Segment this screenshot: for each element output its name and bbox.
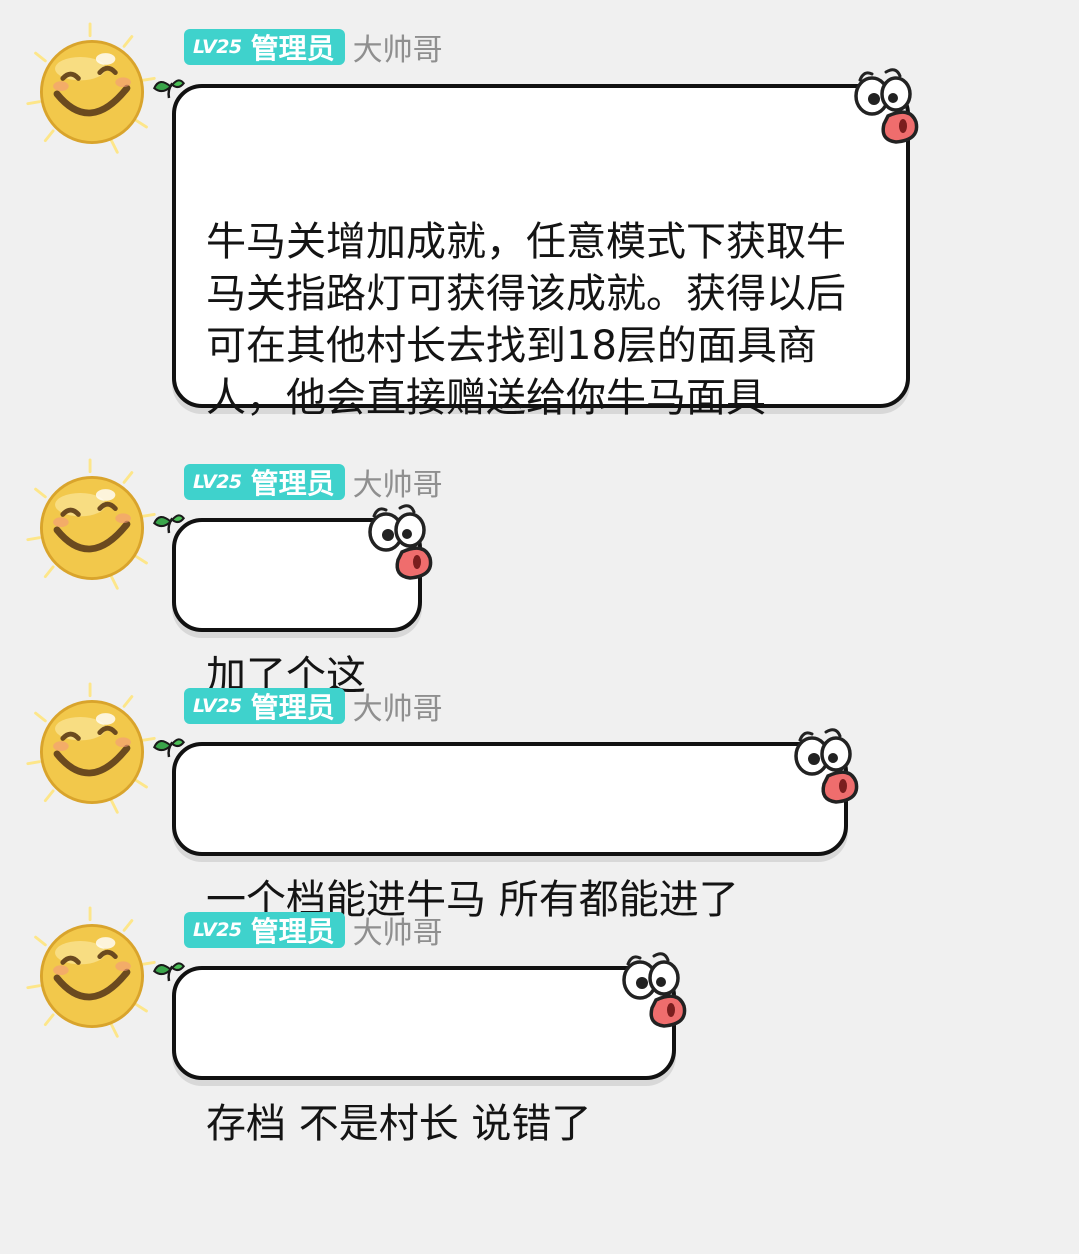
- cartoon-bird-icon: [794, 728, 859, 804]
- sender-meta: LV25 管理员 大帅哥: [184, 460, 443, 504]
- level-role-badge: LV25 管理员: [184, 912, 345, 948]
- level-label: LV25: [193, 36, 242, 58]
- role-label: 管理员: [250, 467, 335, 500]
- smiley-avatar-icon[interactable]: [22, 458, 162, 598]
- sender-meta: LV25 管理员 大帅哥: [184, 908, 443, 952]
- message-bubble[interactable]: 一个档能进牛马 所有都能进了: [172, 742, 848, 923]
- level-label: LV25: [193, 919, 242, 941]
- level-role-badge: LV25 管理员: [184, 29, 345, 65]
- message-bubble[interactable]: 存档 不是村长 说错了: [172, 966, 676, 1147]
- role-label: 管理员: [250, 915, 335, 948]
- sender-meta: LV25 管理员 大帅哥: [184, 684, 443, 728]
- message-bubble[interactable]: 牛马关增加成就，任意模式下获取牛马关指路灯可获得该成就。获得以后可在其他村长去找…: [172, 84, 910, 421]
- role-label: 管理员: [250, 691, 335, 724]
- cartoon-bird-icon: [622, 952, 687, 1028]
- level-role-badge: LV25 管理员: [184, 464, 345, 500]
- message-text: 存档 不是村长 说错了: [206, 1101, 592, 1147]
- smiley-avatar-icon[interactable]: [22, 682, 162, 822]
- role-label: 管理员: [250, 32, 335, 65]
- cartoon-bird-icon: [854, 68, 919, 144]
- sender-nickname[interactable]: 大帅哥: [353, 908, 443, 952]
- smiley-avatar-icon[interactable]: [22, 906, 162, 1046]
- sender-nickname[interactable]: 大帅哥: [353, 25, 443, 69]
- sender-nickname[interactable]: 大帅哥: [353, 684, 443, 728]
- cartoon-bird-icon: [368, 504, 433, 580]
- level-label: LV25: [193, 471, 242, 493]
- level-label: LV25: [193, 695, 242, 717]
- sender-meta: LV25 管理员 大帅哥: [184, 25, 443, 69]
- sender-nickname[interactable]: 大帅哥: [353, 460, 443, 504]
- message-text: 牛马关增加成就，任意模式下获取牛马关指路灯可获得该成就。获得以后可在其他村长去找…: [206, 219, 846, 421]
- smiley-avatar-icon[interactable]: [22, 22, 162, 162]
- level-role-badge: LV25 管理员: [184, 688, 345, 724]
